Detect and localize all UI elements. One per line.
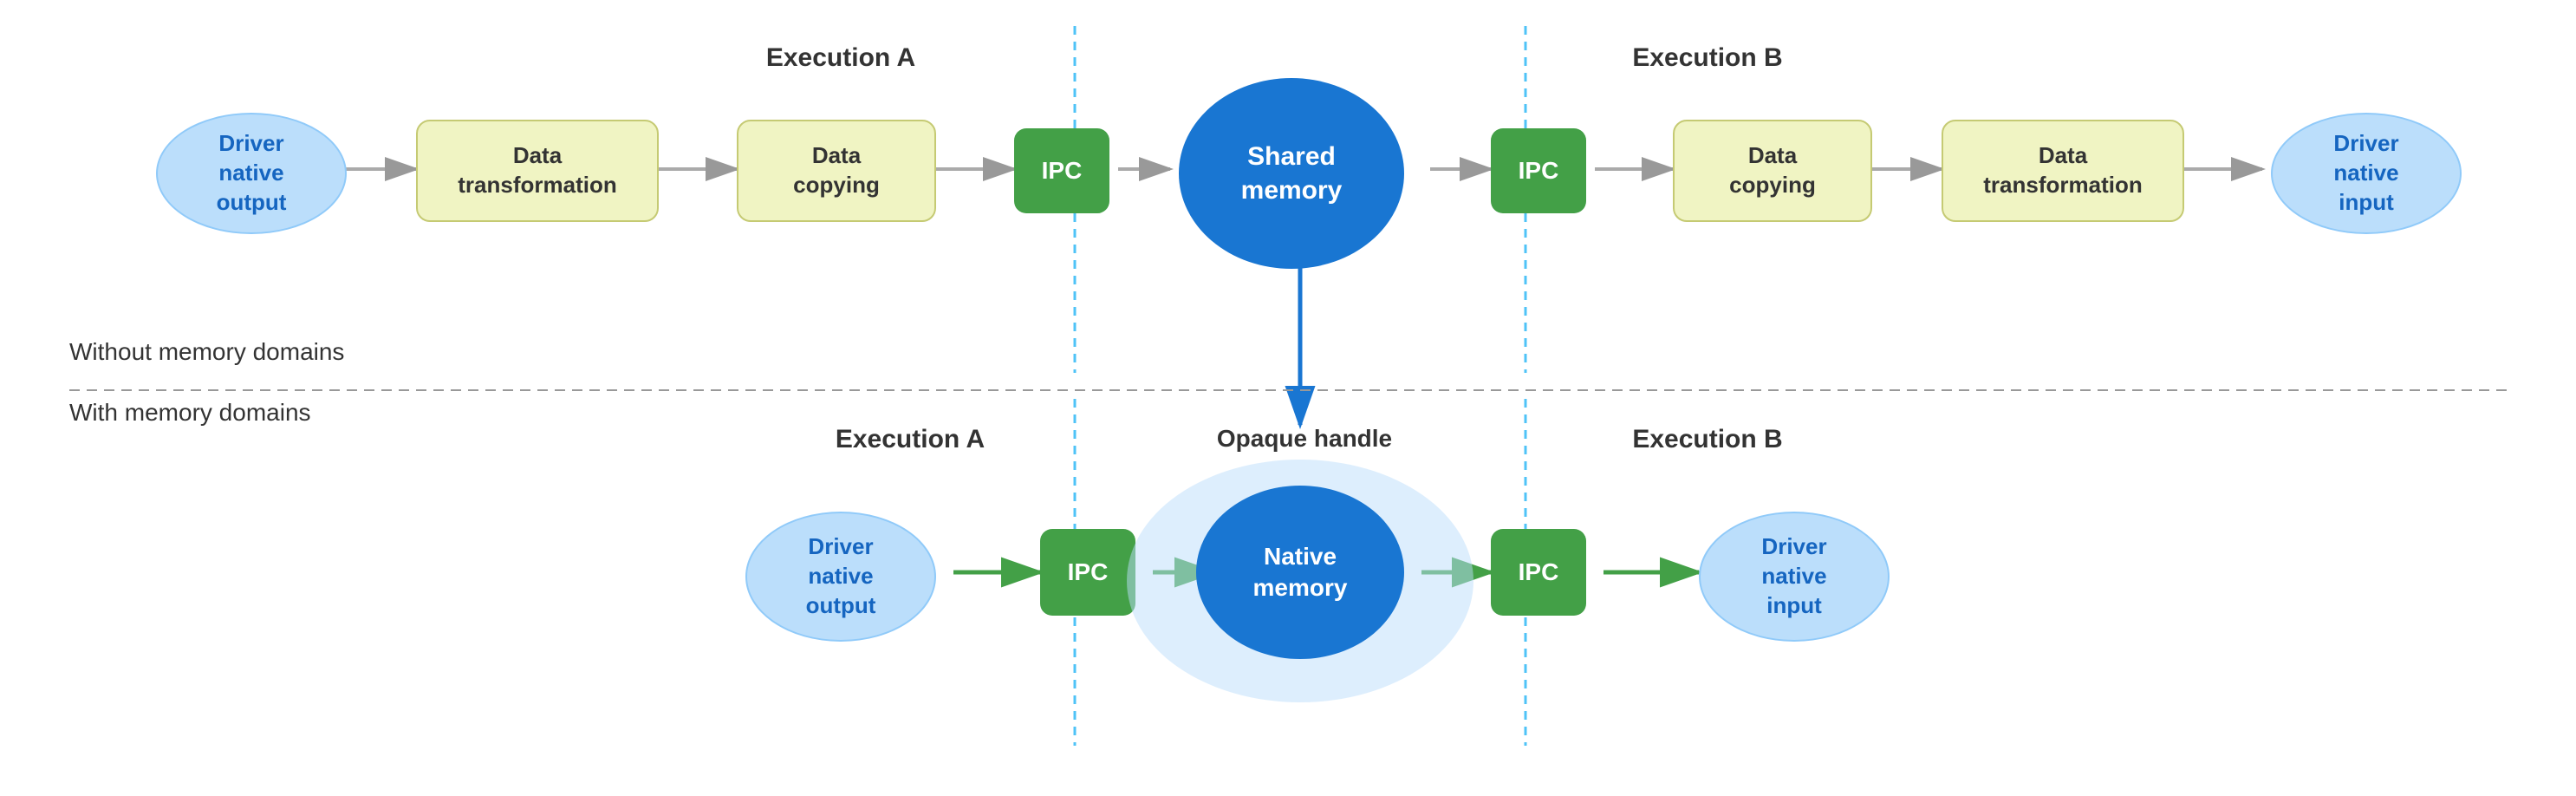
native-memory: Native memory <box>1196 486 1404 659</box>
driver-native-output-bottom: Driver native output <box>745 512 936 642</box>
data-transformation-top-left: Datatransformation <box>416 120 659 222</box>
ipc-bottom-left: IPC <box>1040 529 1135 616</box>
execution-a-bottom-label: Execution A <box>780 425 1040 454</box>
with-memory-domains-label: With memory domains <box>69 399 311 427</box>
ipc-top-left: IPC <box>1014 128 1109 213</box>
without-memory-domains-label: Without memory domains <box>69 338 344 366</box>
data-transformation-top-right: Datatransformation <box>1942 120 2184 222</box>
driver-native-output-top: Driver native output <box>156 113 347 234</box>
execution-b-top-label: Execution B <box>1577 43 1838 73</box>
execution-a-top-label: Execution A <box>711 43 971 73</box>
ipc-bottom-right: IPC <box>1491 529 1586 616</box>
ipc-top-right: IPC <box>1491 128 1586 213</box>
data-copying-top-right: Datacopying <box>1673 120 1872 222</box>
opaque-handle-label: Opaque handle <box>1205 425 1404 453</box>
shared-memory: Shared memory <box>1179 78 1404 269</box>
data-copying-top-left: Datacopying <box>737 120 936 222</box>
driver-native-input-top: Driver native input <box>2271 113 2462 234</box>
diagram-container: Without memory domains With memory domai… <box>0 0 2576 796</box>
driver-native-input-bottom: Driver native input <box>1699 512 1890 642</box>
execution-b-bottom-label: Execution B <box>1577 425 1838 454</box>
